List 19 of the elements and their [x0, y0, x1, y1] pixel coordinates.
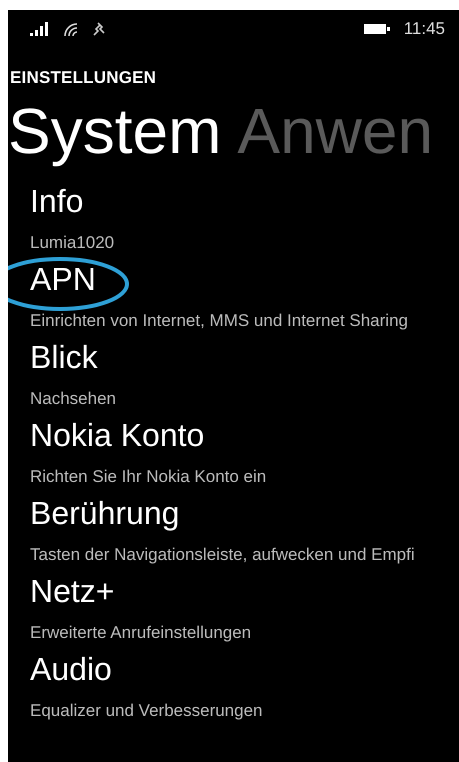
setting-title[interactable]: Info — [30, 182, 459, 220]
battery-icon — [364, 23, 390, 35]
page-header: EINSTELLUNGEN — [10, 68, 158, 88]
setting-title[interactable]: Berührung — [30, 494, 459, 532]
setting-title[interactable]: Netz+ — [30, 572, 459, 610]
setting-description: Erweiterte Anrufeinstellungen — [30, 624, 252, 642]
setting-description: Nachsehen — [30, 390, 118, 408]
setting-title[interactable]: Blick — [30, 338, 459, 376]
setting-description: Lumia1020 — [30, 234, 116, 252]
wifi-icon — [62, 21, 80, 37]
setting-title[interactable]: APN — [30, 260, 459, 298]
setting-description: Tasten der Navigationsleiste, aufwecken und Empfi — [30, 546, 416, 564]
setting-description: Einrichten von Internet, MMS und Internet Sharing — [30, 312, 409, 330]
clock-time: 11:45 — [404, 19, 445, 39]
setting-title[interactable]: Nokia Konto — [30, 416, 459, 454]
setting-title[interactable]: Audio — [30, 650, 459, 688]
setting-description: Richten Sie Ihr Nokia Konto ein — [30, 468, 268, 486]
pivot-tab[interactable]: System — [8, 96, 222, 166]
setting-description: Equalizer und Verbesserungen — [30, 702, 264, 720]
